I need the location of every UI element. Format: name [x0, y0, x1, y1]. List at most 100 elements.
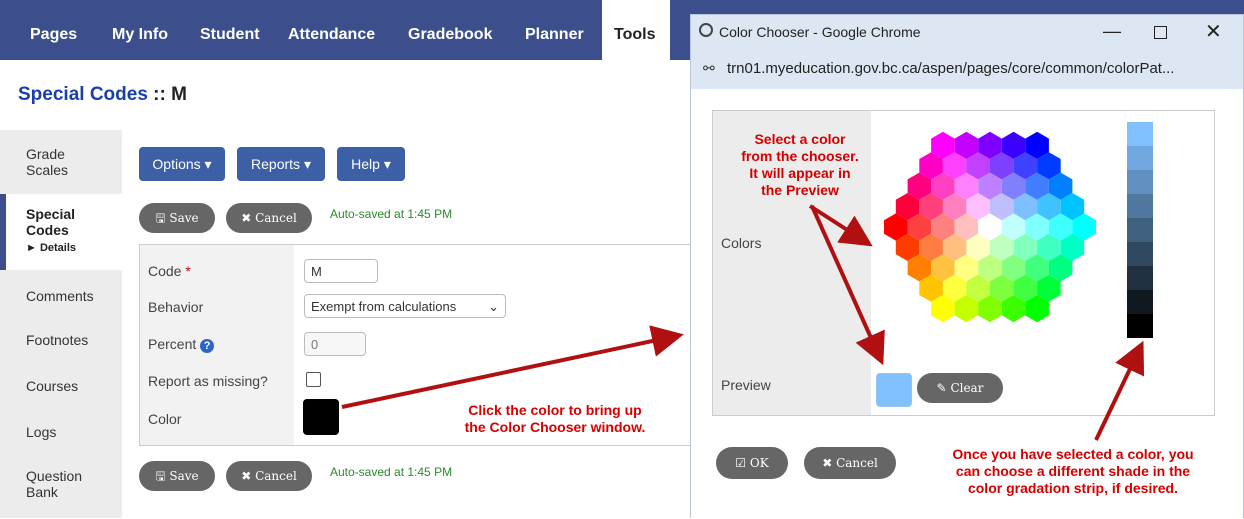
color-swatch[interactable]: [303, 399, 339, 435]
save-label: Save: [169, 469, 199, 483]
behavior-label: Behavior: [148, 299, 204, 315]
autosave-status: Auto-saved at 1:45 PM: [330, 207, 453, 221]
sidebar-item-footnotes[interactable]: Footnotes: [0, 330, 122, 360]
nav-tab-planner[interactable]: Planner: [525, 0, 584, 60]
nav-tab-gradebook[interactable]: Gradebook: [408, 0, 492, 60]
ok-button[interactable]: ☑ OK: [716, 447, 788, 479]
sidebar-item-label: Footnotes: [26, 332, 89, 348]
maximize-icon[interactable]: [1154, 26, 1167, 39]
page-header: Special Codes :: M: [0, 60, 690, 130]
required-mark: *: [185, 263, 191, 279]
sidebar-item-label: Grade: [26, 146, 65, 162]
cancel-button[interactable]: ✖ Cancel: [226, 203, 312, 233]
sidebar-item-label: Logs: [26, 424, 57, 440]
color-hexagon-grid[interactable]: [870, 116, 1110, 338]
clear-button[interactable]: ✎ Clear: [917, 373, 1003, 403]
page-title-separator: ::: [147, 84, 172, 105]
save-button[interactable]: 🖫 Save: [139, 203, 215, 233]
autosave-status-bottom: Auto-saved at 1:45 PM: [330, 465, 453, 479]
cancel-button-bottom[interactable]: ✖ Cancel: [226, 461, 312, 491]
behavior-select[interactable]: Exempt from calculations ⌄: [304, 294, 506, 318]
save-label: Save: [169, 211, 199, 225]
window-title: Color Chooser - Google Chrome: [719, 24, 921, 40]
annotation-line: the Preview: [761, 182, 839, 198]
close-icon: ✖: [241, 469, 252, 483]
nav-tab-tools[interactable]: Tools: [602, 0, 670, 60]
code-label: Code *: [148, 263, 191, 279]
options-button[interactable]: Options ▾: [139, 147, 225, 181]
save-icon: 🖫: [155, 469, 166, 483]
percent-input[interactable]: 0: [304, 332, 366, 356]
annotation-line: Select a color: [754, 131, 846, 147]
chooser-cancel-button[interactable]: ✖ Cancel: [804, 447, 896, 479]
cancel-label: Cancel: [255, 469, 297, 483]
code-label-text: Code: [148, 263, 182, 279]
annotation-line: from the chooser.: [741, 148, 859, 164]
gradation-shade[interactable]: [1127, 122, 1153, 146]
sidebar-subitem-details[interactable]: ► Details: [26, 242, 76, 254]
minimize-icon[interactable]: —: [1103, 21, 1121, 42]
missing-label: Report as missing?: [148, 373, 268, 389]
sidebar: Grade Scales Special Codes ► Details Commen…: [0, 130, 122, 518]
sidebar-item-grade-scales[interactable]: Grade Scales: [0, 144, 122, 188]
sidebar-item-label: Question: [26, 468, 83, 484]
nav-tab-attendance[interactable]: Attendance: [288, 0, 375, 60]
eraser-icon: ✎: [936, 381, 947, 395]
annotation-line: can choose a different shade in the: [955, 463, 1191, 479]
gradation-shade[interactable]: [1127, 266, 1153, 290]
color-label: Color: [148, 411, 182, 427]
cancel-label: Cancel: [255, 211, 297, 225]
close-icon: ✖: [241, 211, 252, 225]
gradation-shade[interactable]: [1127, 242, 1153, 266]
url-text: trn01.myeducation.gov.bc.ca/aspen/pages/…: [727, 60, 1175, 77]
annotation-shade: Once you have selected a color, you can …: [918, 446, 1228, 497]
code-input[interactable]: M: [304, 259, 378, 283]
sidebar-item-label: Codes: [26, 222, 69, 238]
gradation-shade[interactable]: [1127, 290, 1153, 314]
annotation-line: the Color Chooser window.: [464, 419, 646, 435]
save-button-bottom[interactable]: 🖫 Save: [139, 461, 215, 491]
check-icon: ☑: [735, 456, 747, 470]
help-button[interactable]: Help ▾: [337, 147, 405, 181]
colors-label: Colors: [721, 235, 762, 251]
address-bar[interactable]: ⚯ trn01.myeducation.gov.bc.ca/aspen/page…: [691, 51, 1243, 89]
sidebar-item-label: Courses: [26, 378, 79, 394]
annotation-line: Click the color to bring up: [468, 402, 642, 418]
reports-button[interactable]: Reports ▾: [237, 147, 325, 181]
gradation-shade[interactable]: [1127, 170, 1153, 194]
preview-swatch: [876, 373, 912, 407]
site-info-icon[interactable]: ⚯: [703, 60, 715, 77]
nav-tab-pages[interactable]: Pages: [30, 0, 77, 60]
annotation-line: color gradation strip, if desired.: [967, 480, 1179, 496]
gradation-shade[interactable]: [1127, 314, 1153, 338]
sidebar-item-comments[interactable]: Comments: [0, 286, 122, 316]
close-window-icon[interactable]: ✕: [1205, 19, 1222, 44]
chrome-icon: [699, 23, 713, 37]
clear-label: Clear: [950, 381, 984, 395]
sidebar-item-question-bank[interactable]: Question Bank: [0, 464, 122, 508]
nav-tab-student[interactable]: Student: [200, 0, 260, 60]
missing-checkbox[interactable]: [306, 372, 321, 387]
sidebar-item-special-codes[interactable]: Special Codes ► Details: [0, 194, 122, 270]
window-titlebar: Color Chooser - Google Chrome — ✕: [691, 15, 1243, 51]
sidebar-item-logs[interactable]: Logs: [0, 422, 122, 452]
help-icon[interactable]: ?: [200, 339, 215, 353]
gradation-shade[interactable]: [1127, 146, 1153, 170]
color-gradation-strip[interactable]: [1127, 122, 1153, 338]
sidebar-item-label: Special: [26, 206, 76, 222]
sidebar-item-courses[interactable]: Courses: [0, 376, 122, 406]
page-title-code: M: [171, 84, 187, 105]
nav-tab-my-info[interactable]: My Info: [112, 0, 168, 60]
chevron-down-icon: ⌄: [488, 299, 499, 314]
sidebar-item-label: Scales: [26, 162, 69, 178]
ok-label: OK: [749, 456, 769, 470]
sidebar-item-label: Bank: [26, 484, 58, 500]
cancel-label: Cancel: [836, 456, 878, 470]
gradation-shade[interactable]: [1127, 194, 1153, 218]
gradation-shade[interactable]: [1127, 218, 1153, 242]
page-title-main: Special Codes: [18, 84, 148, 105]
behavior-value: Exempt from calculations: [311, 299, 457, 314]
annotation-select-color: Select a color from the chooser. It will…: [715, 131, 885, 199]
save-icon: 🖫: [155, 211, 166, 225]
percent-label: Percent ?: [148, 336, 215, 353]
